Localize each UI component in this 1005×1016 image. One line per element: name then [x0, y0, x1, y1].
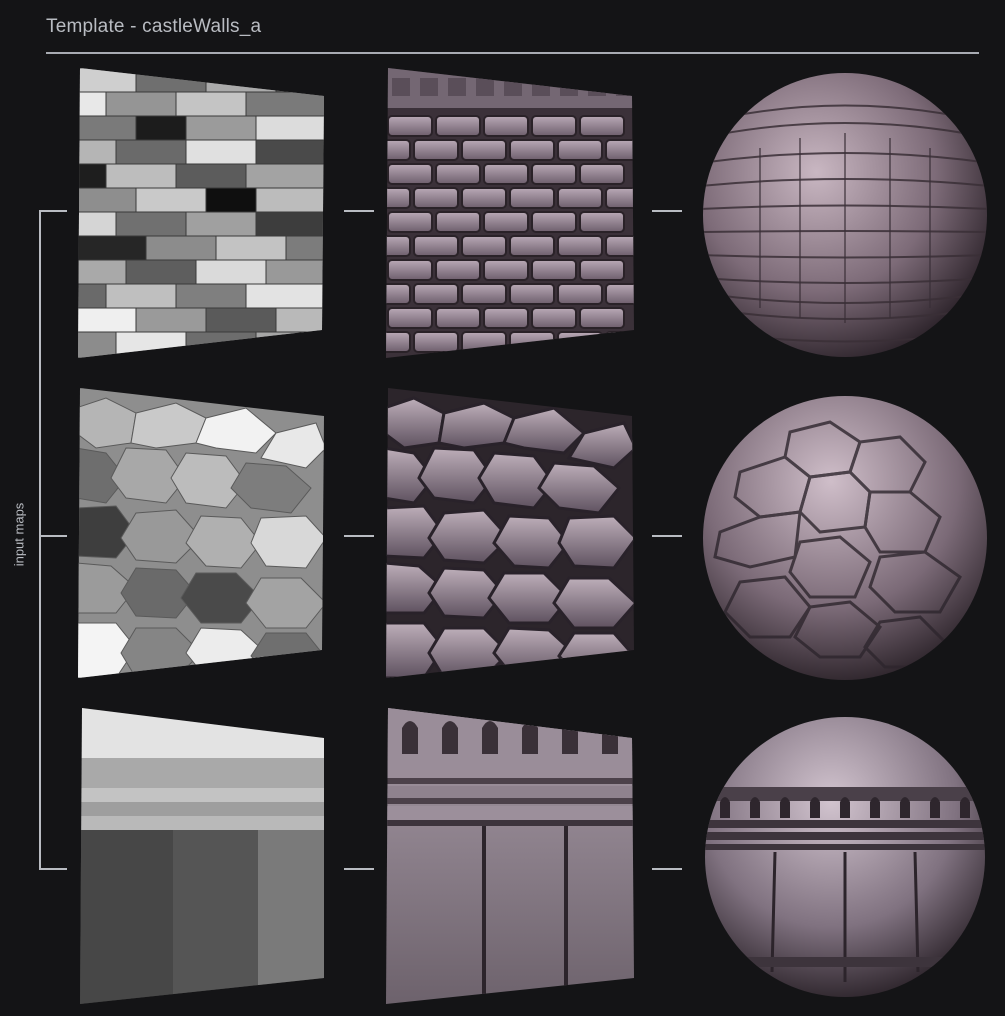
- bracket-tick-row3: [39, 868, 67, 870]
- connector-row3-a: [344, 868, 374, 870]
- cobblestone-heightmap: [76, 388, 326, 678]
- brick-heightmap: [76, 68, 326, 358]
- connector-row2-a: [344, 535, 374, 537]
- gothic-trim-texture: [384, 708, 636, 1004]
- connector-row1-b: [652, 210, 682, 212]
- gothic-trim-heightmap: [78, 708, 324, 1004]
- bracket-tick-row1: [39, 210, 67, 212]
- connector-row1-a: [344, 210, 374, 212]
- page-title: Template - castleWalls_a: [46, 16, 262, 37]
- connector-row3-b: [652, 868, 682, 870]
- connector-row2-b: [652, 535, 682, 537]
- cobblestone-texture: [384, 388, 636, 678]
- brick-sphere-preview: [700, 68, 990, 362]
- bracket-tick-row2: [39, 535, 67, 537]
- input-maps-bracket: [39, 211, 41, 869]
- brick-wall-texture: [384, 68, 636, 358]
- gothic-trim-sphere-preview: [700, 712, 990, 1002]
- cobblestone-sphere-preview: [700, 392, 990, 684]
- title-divider: [46, 52, 979, 54]
- input-maps-label: input maps: [11, 502, 27, 567]
